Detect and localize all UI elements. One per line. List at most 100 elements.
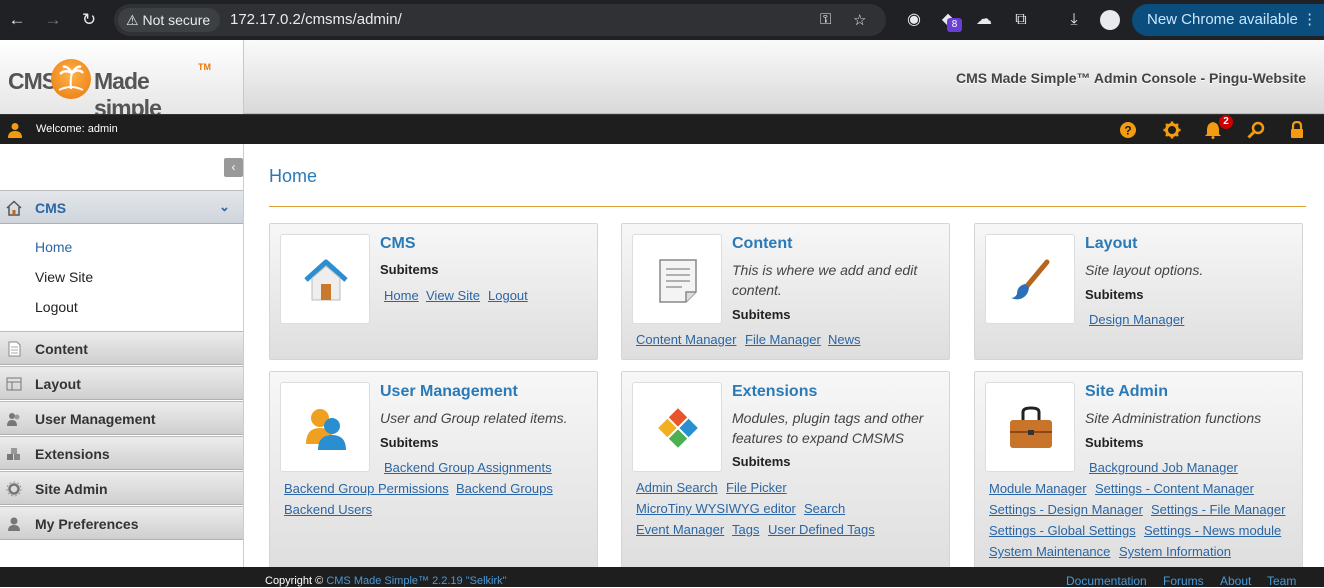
footer-link-forums[interactable]: Forums [1163, 574, 1204, 588]
footer: Copyright © CMS Made Simple™ 2.2.19 "Sel… [0, 567, 1324, 588]
sidebar-item-my-preferences[interactable]: My Preferences [0, 506, 243, 540]
user-icon [8, 123, 22, 138]
browser-toolbar: ← → ↻ ⚠ Not secure 172.17.0.2/cmsms/admi… [0, 0, 1324, 40]
panel-link[interactable]: System Information [1119, 544, 1231, 559]
collapse-sidebar-icon[interactable]: ‹ [224, 158, 243, 177]
footer-link-team[interactable]: Team [1267, 574, 1296, 588]
svg-text:?: ? [1124, 124, 1131, 138]
sidebar-subitem-view-site[interactable]: View Site [35, 269, 93, 285]
panel-link[interactable]: File Manager [745, 332, 821, 347]
panel-link[interactable]: Module Manager [989, 481, 1087, 496]
cms-logo[interactable]: CMS Made simple TM [8, 56, 212, 121]
panel-link[interactable]: Backend Groups [456, 481, 553, 496]
url-text[interactable]: 172.17.0.2/cmsms/admin/ [230, 11, 402, 28]
sidebar-item-label: Extensions [35, 446, 110, 462]
sidebar-item-label: Site Admin [35, 481, 108, 497]
sidebar-item-label: My Preferences [35, 516, 139, 532]
panel-link[interactable]: Settings - File Manager [1151, 502, 1285, 517]
forward-icon[interactable]: → [43, 10, 63, 30]
panel-link[interactable]: Settings - Content Manager [1095, 481, 1254, 496]
download-icon[interactable]: ⤓ [1064, 10, 1084, 30]
panel-extensions: Extensions Modules, plugin tags and othe… [621, 371, 950, 571]
panel-site-admin: Site Admin Site Administration functions… [974, 371, 1303, 571]
cmsms-version-link[interactable]: CMS Made Simple™ 2.2.19 "Selkirk" [326, 575, 506, 587]
settings-icon[interactable] [1163, 121, 1181, 139]
panel-link[interactable]: News [828, 332, 861, 347]
panel-link[interactable]: Admin Search [636, 480, 718, 495]
help-icon[interactable]: ? [1119, 121, 1137, 139]
panel-icon-box[interactable] [632, 234, 722, 324]
sidebar-item-site-admin[interactable]: Site Admin [0, 471, 243, 505]
reload-icon[interactable]: ↻ [79, 10, 99, 30]
site-admin-icon [6, 481, 22, 497]
panel-link[interactable]: Search [804, 501, 845, 516]
panel-title[interactable]: Content [732, 235, 792, 253]
panel-link[interactable]: Settings - Global Settings [989, 523, 1136, 538]
panel-icon-box[interactable] [985, 382, 1075, 472]
panel-link[interactable]: Logout [488, 288, 528, 303]
sidebar-subitem-home[interactable]: Home [35, 239, 72, 255]
security-chip[interactable]: ⚠ Not secure [118, 8, 221, 32]
update-chrome-button[interactable]: New Chrome available ⋮ [1132, 4, 1324, 36]
welcome-text: Welcome: admin [36, 123, 118, 135]
sidebar-item-content[interactable]: Content [0, 331, 243, 365]
back-icon[interactable]: ← [7, 10, 27, 30]
panel-link[interactable]: File Picker [726, 480, 787, 495]
panel-link[interactable]: Tags [732, 522, 759, 537]
extensions-menu-icon[interactable]: ⧉ [1011, 10, 1031, 30]
panel-title[interactable]: Extensions [732, 383, 817, 401]
bookmark-star-icon[interactable]: ☆ [853, 11, 866, 29]
panel-link[interactable]: Event Manager [636, 522, 724, 537]
panel-description: Site layout options. [1085, 262, 1204, 278]
panel-icon-box[interactable] [280, 382, 370, 472]
panel-title[interactable]: Site Admin [1085, 383, 1168, 401]
panel-link[interactable]: Background Job Manager [1089, 460, 1238, 475]
sidebar-item-extensions[interactable]: Extensions [0, 436, 243, 470]
panel-link[interactable]: User Defined Tags [768, 522, 875, 537]
panel-icon-box[interactable] [632, 382, 722, 472]
panel-link[interactable]: Home [384, 288, 419, 303]
copyright: Copyright © CMS Made Simple™ 2.2.19 "Sel… [265, 575, 507, 587]
logout-lock-icon[interactable] [1288, 121, 1306, 139]
subitems-label: Subitems [380, 435, 439, 450]
panel-layout: Layout Site layout options. Subitems Des… [974, 223, 1303, 360]
panel-icon-box[interactable] [985, 234, 1075, 324]
update-chrome-label: New Chrome available [1147, 11, 1298, 28]
panel-link[interactable]: View Site [426, 288, 480, 303]
panel-icon-box[interactable] [280, 234, 370, 324]
address-bar[interactable]: ⚠ Not secure 172.17.0.2/cmsms/admin/ ⚿ ☆ [114, 4, 886, 36]
panel-link[interactable]: Design Manager [1089, 312, 1184, 327]
footer-link-about[interactable]: About [1220, 574, 1251, 588]
sidebar-item-layout[interactable]: Layout [0, 366, 243, 400]
sidebar-item-label: Layout [35, 376, 81, 392]
user-bar: Welcome: admin ? 2 [0, 114, 1324, 144]
footer-link-documentation[interactable]: Documentation [1066, 574, 1147, 588]
extension-badge: 8 [947, 18, 962, 32]
panel-link[interactable]: Settings - News module [1144, 523, 1281, 538]
users-icon [7, 413, 20, 426]
panel-description: User and Group related items. [380, 410, 568, 426]
panel-description: Site Administration functions [1085, 410, 1262, 426]
search-icon[interactable] [1247, 121, 1265, 139]
profile-avatar-icon[interactable] [1100, 10, 1120, 30]
panel-title[interactable]: User Management [380, 383, 518, 401]
logo-area: CMS Made simple TM [0, 40, 244, 121]
panel-title[interactable]: CMS [380, 235, 416, 253]
panel-link[interactable]: Backend Group Assignments [384, 460, 552, 475]
chevron-down-icon[interactable]: ⌄ [219, 199, 230, 215]
panel-link[interactable]: MicroTiny WYSIWYG editor [636, 501, 796, 516]
panel-content: Content This is where we add and edit co… [621, 223, 950, 360]
sidebar-subitem-logout[interactable]: Logout [35, 299, 78, 315]
panel-link[interactable]: Content Manager [636, 332, 736, 347]
panel-title[interactable]: Layout [1085, 235, 1137, 253]
subitems-label: Subitems [1085, 287, 1144, 302]
password-key-icon[interactable]: ⚿ [820, 11, 831, 28]
sidebar-item-cms[interactable]: CMS ⌄ [0, 190, 243, 224]
panel-link[interactable]: System Maintenance [989, 544, 1110, 559]
panel-link[interactable]: Backend Users [284, 502, 372, 517]
extension-cloud-icon[interactable]: ☁ [974, 10, 994, 30]
extension-cookie-icon[interactable]: ◉ [904, 10, 924, 30]
sidebar-item-user-management[interactable]: User Management [0, 401, 243, 435]
panel-link[interactable]: Settings - Design Manager [989, 502, 1143, 517]
panel-link[interactable]: Backend Group Permissions [284, 481, 449, 496]
